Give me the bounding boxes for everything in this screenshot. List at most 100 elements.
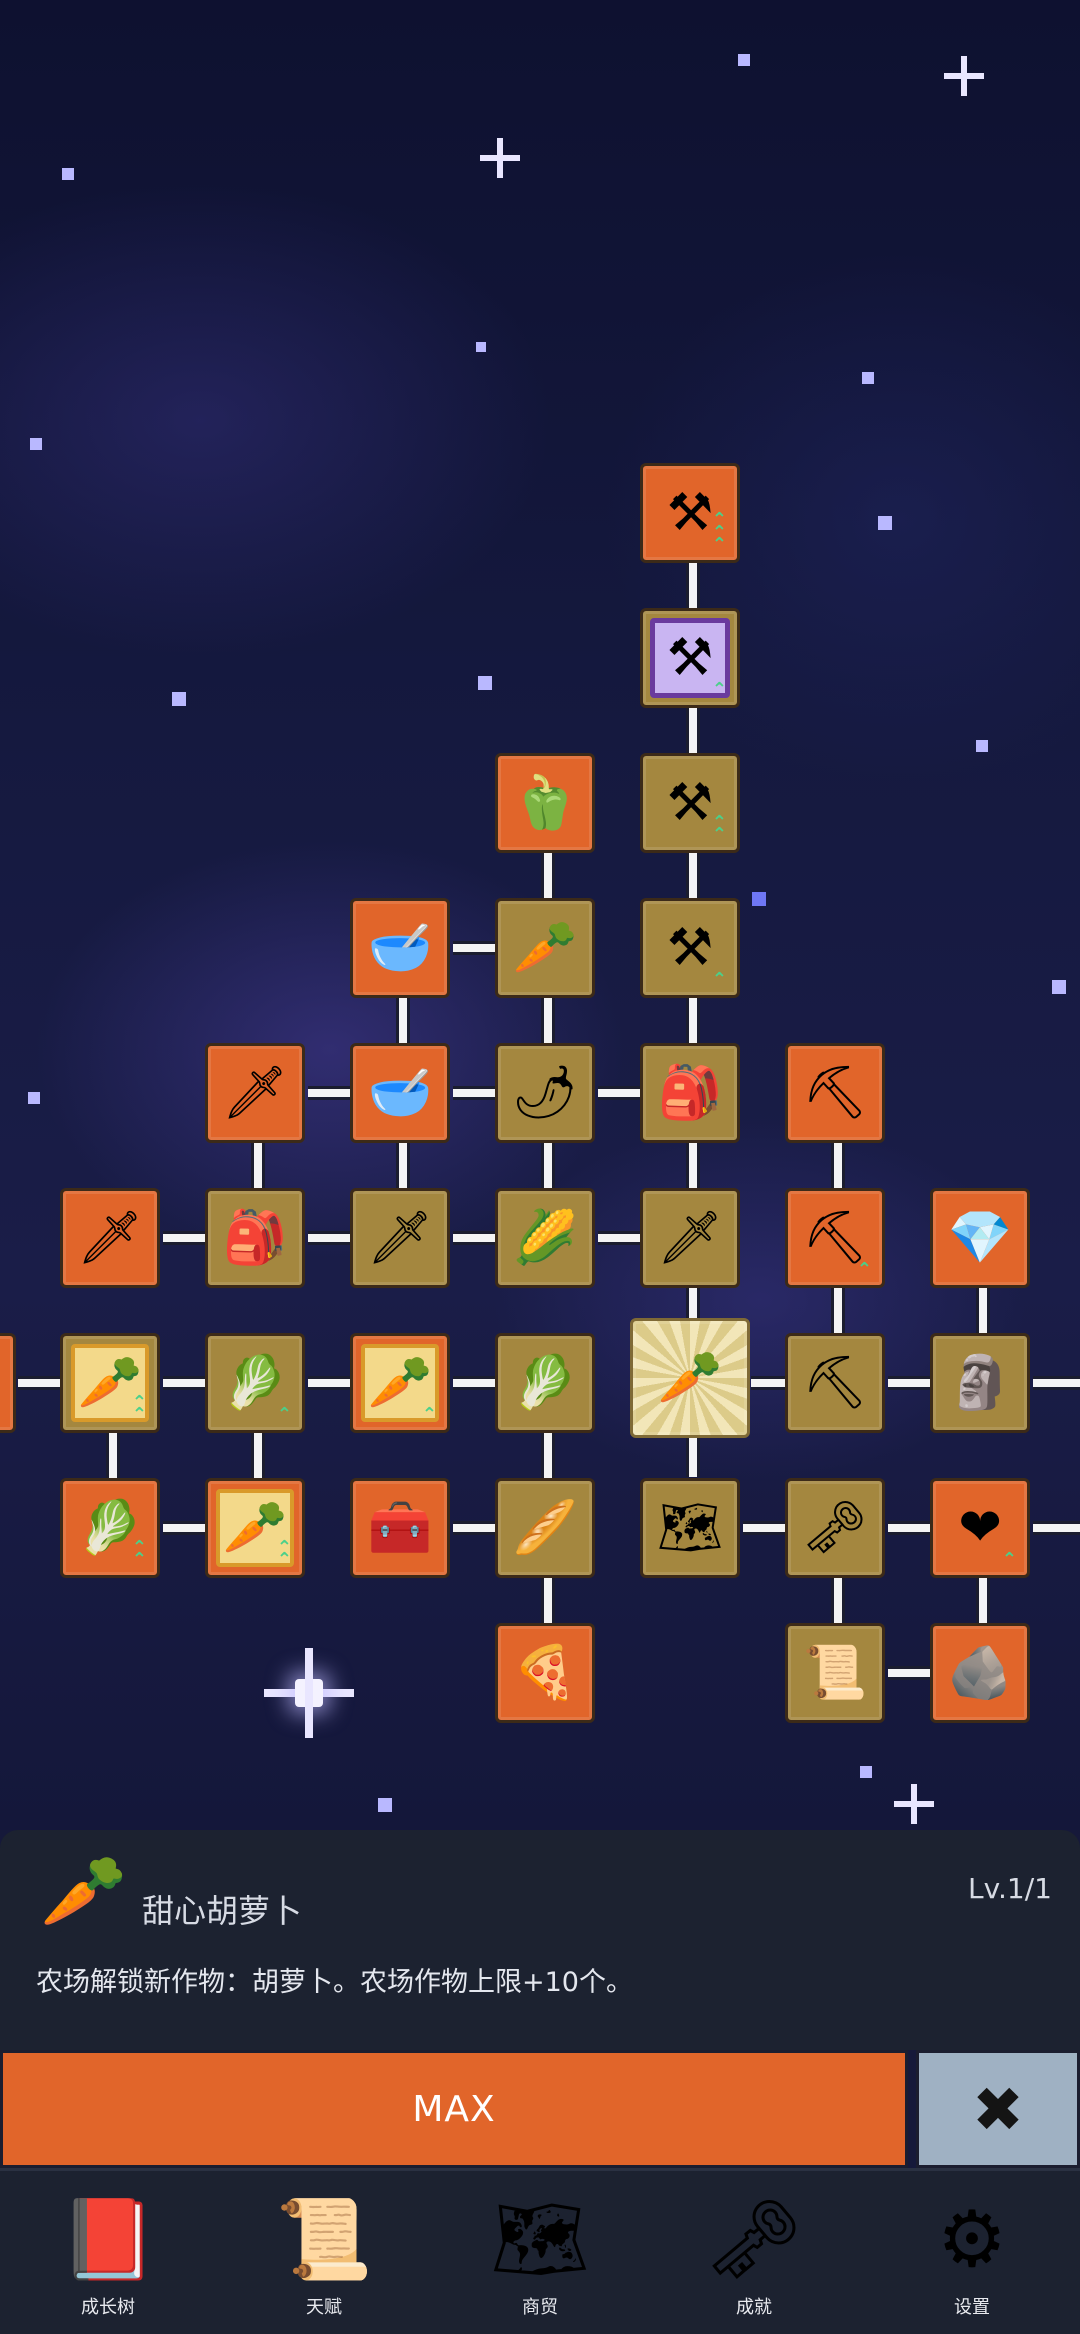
carrot-icon: 🥕 xyxy=(367,1353,433,1413)
tree-link xyxy=(888,1666,932,1680)
tree-link xyxy=(751,1376,787,1390)
cabbage-icon: 🥬 xyxy=(512,1353,578,1413)
skill-node-sweet-carrot-selected[interactable]: 🥕 xyxy=(630,1318,750,1438)
close-icon: ✖ xyxy=(972,2072,1024,2146)
skill-node-pizza[interactable]: 🍕 xyxy=(495,1623,595,1723)
star xyxy=(172,692,186,706)
chest-icon: 🧰 xyxy=(367,1498,433,1558)
nav-trade[interactable]: 🗺 商贸 xyxy=(450,2171,630,2334)
tree-link xyxy=(686,563,700,611)
bottom-nav: 📕 成长树 📜 天赋 🗺 商贸 🗝 成就 ⚙ 设置 xyxy=(0,2168,1080,2334)
nav-achievements[interactable]: 🗝 成就 xyxy=(664,2171,844,2334)
upgrade-arrow-icon: ⌃ xyxy=(856,1259,872,1281)
skill-node-carrot[interactable]: 🥕 ⌃ xyxy=(350,1333,450,1433)
corn-icon: 🌽 xyxy=(512,1208,578,1268)
skill-node-carrot[interactable]: 🥕 ⌃ ⌃ xyxy=(205,1478,305,1578)
skill-node-backpack[interactable]: 🎒 xyxy=(205,1188,305,1288)
pickaxe-icon: ⛏ xyxy=(801,1353,868,1413)
tree-link xyxy=(541,1433,555,1481)
tree-link xyxy=(888,1376,932,1390)
shovel-icon: ⚒ xyxy=(666,483,714,543)
nav-growth-tree[interactable]: 📕 成长树 xyxy=(18,2171,198,2334)
skill-node-sword[interactable]: 🗡 xyxy=(350,1188,450,1288)
skill-node-carrot[interactable]: 🥕 ⌃ ⌃ xyxy=(60,1333,160,1433)
tree-link xyxy=(453,1376,497,1390)
close-button[interactable]: ✖ xyxy=(916,2050,1080,2168)
sword-icon: 🗡 xyxy=(76,1208,143,1268)
statue-icon: 🗿 xyxy=(947,1353,1013,1413)
parsnip-icon: 🥖 xyxy=(512,1498,578,1558)
tree-link xyxy=(453,1231,497,1245)
skill-node-cabbage[interactable]: 🥬 ⌃ xyxy=(205,1333,305,1433)
pizza-icon: 🍕 xyxy=(512,1643,578,1703)
skill-node-stone[interactable]: 🪨 xyxy=(930,1623,1030,1723)
stone-icon: 🪨 xyxy=(947,1643,1013,1703)
star xyxy=(738,54,750,66)
skill-node-sword[interactable]: 🗡 xyxy=(60,1188,160,1288)
skill-node-statue[interactable]: 🗿 xyxy=(930,1333,1030,1433)
skill-node-parsnip[interactable]: 🥖 xyxy=(495,1478,595,1578)
tree-link xyxy=(251,1433,265,1481)
crystal-icon: 💎 xyxy=(947,1208,1013,1268)
sword-icon: 🗡 xyxy=(366,1208,433,1268)
skill-node-shovel[interactable]: ⚒ ⌃ ⌃ xyxy=(640,753,740,853)
pickaxe-icon: ⛏ xyxy=(801,1208,868,1268)
chili-icon: 🌶 xyxy=(511,1063,578,1123)
tree-link xyxy=(308,1086,352,1100)
skill-node-heart[interactable]: ❤ ⌃ xyxy=(930,1478,1030,1578)
skill-node-cabbage[interactable]: 🥬 xyxy=(495,1333,595,1433)
skill-node-key[interactable]: 🗝 xyxy=(785,1478,885,1578)
skill-node-chili[interactable]: 🌶 xyxy=(495,1043,595,1143)
skill-node-golden-sword[interactable]: 🗡 xyxy=(205,1043,305,1143)
skill-node-shovel[interactable]: ⚒ ⌃ xyxy=(640,898,740,998)
book-icon: 📕 xyxy=(59,2195,157,2285)
skill-node-pickaxe[interactable]: ⛏ xyxy=(785,1333,885,1433)
star xyxy=(378,1798,392,1812)
skill-node-shovel[interactable]: ⚒ ⌃ ⌃ ⌃ xyxy=(640,463,740,563)
nav-label: 成长树 xyxy=(81,2297,135,2318)
max-button[interactable]: MAX xyxy=(0,2050,908,2168)
sparkle-star xyxy=(944,56,984,96)
carrot-icon: 🥕 xyxy=(657,1348,723,1408)
skill-node-chest[interactable]: 🧰 xyxy=(350,1478,450,1578)
skill-node-radish[interactable]: 🥕 xyxy=(495,898,595,998)
skill-node-pickaxe[interactable]: ⛏ xyxy=(785,1043,885,1143)
skill-node-backpack[interactable]: 🎒 xyxy=(640,1043,740,1143)
skill-node-bowl[interactable]: 🥣 xyxy=(350,1043,450,1143)
tree-link xyxy=(541,998,555,1046)
pickaxe-icon: ⛏ xyxy=(801,1063,868,1123)
upgrade-arrows-icon: ⌃ ⌃ xyxy=(711,811,727,846)
bowl-icon: 🥣 xyxy=(367,918,433,978)
heart-icon: ❤ xyxy=(958,1498,1002,1558)
nav-settings[interactable]: ⚙ 设置 xyxy=(882,2171,1062,2334)
nav-talent[interactable]: 📜 天赋 xyxy=(234,2171,414,2334)
upgrade-arrows-icon: ⌃ ⌃ ⌃ xyxy=(711,509,727,556)
skill-node-map[interactable]: 🗺 xyxy=(640,1478,740,1578)
tree-link xyxy=(1033,1376,1080,1390)
star xyxy=(1052,980,1066,994)
upgrade-arrow-icon: ⌃ xyxy=(711,969,727,991)
tree-link xyxy=(163,1231,207,1245)
skill-node-crystal[interactable]: 💎 xyxy=(930,1188,1030,1288)
pepper-icon: 🫑 xyxy=(512,773,578,833)
backpack-icon: 🎒 xyxy=(222,1208,288,1268)
skill-node-bowl[interactable]: 🥣 xyxy=(350,898,450,998)
star xyxy=(862,372,874,384)
skill-node-sword[interactable]: 🗡 xyxy=(640,1188,740,1288)
skill-node-scroll[interactable]: 📜 xyxy=(785,1623,885,1723)
cabbage-icon: 🥬 xyxy=(222,1353,288,1413)
skill-node-offscreen[interactable] xyxy=(0,1333,16,1433)
skill-node-pepper[interactable]: 🫑 xyxy=(495,753,595,853)
upgrade-arrows-icon: ⌃ ⌃ xyxy=(131,1391,147,1426)
star xyxy=(476,342,486,352)
skill-node-pickaxe[interactable]: ⛏ ⌃ xyxy=(785,1188,885,1288)
skill-node-corn[interactable]: 🌽 xyxy=(495,1188,595,1288)
star xyxy=(28,1092,40,1104)
tree-link xyxy=(1033,1521,1080,1535)
skill-node-cabbage[interactable]: 🥬 ⌃ ⌃ xyxy=(60,1478,160,1578)
skill-node-shovel-magic[interactable]: ⚒ ⌃ xyxy=(640,608,740,708)
nav-label: 设置 xyxy=(954,2297,990,2318)
star xyxy=(860,1766,872,1778)
tree-link xyxy=(743,1521,787,1535)
tree-link xyxy=(686,853,700,901)
